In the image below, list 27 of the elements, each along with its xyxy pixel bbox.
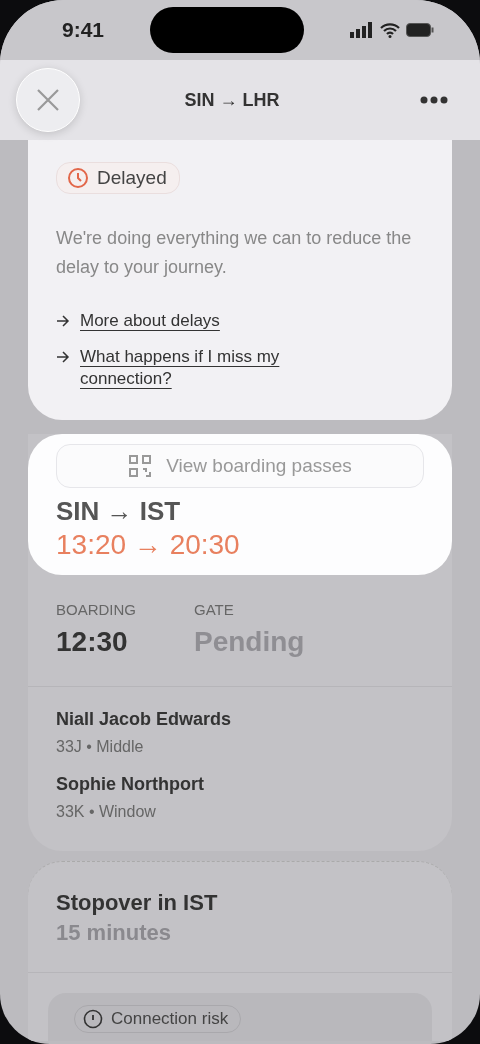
help-link[interactable]: More about delays: [80, 310, 220, 332]
more-icon[interactable]: [420, 96, 448, 104]
qr-code-icon: [128, 454, 153, 478]
arrow-icon: [56, 351, 70, 363]
seat-info: 33K • Window: [56, 803, 157, 821]
delayed-badge: Delayed: [56, 162, 180, 194]
boarding-time: 12:30: [56, 626, 129, 658]
seat-info: 33J • Middle: [56, 738, 145, 756]
wifi-icon: [380, 22, 400, 38]
battery-icon: [406, 23, 434, 37]
stopover-duration: 15 minutes: [56, 920, 172, 946]
passenger-name: Sophie Northport: [56, 774, 205, 795]
stopover-title: Stopover in IST: [56, 890, 219, 916]
boarding-label: BOARDING: [56, 601, 136, 618]
flight-times: 13:20 → 20:30: [56, 529, 241, 561]
arrow-icon: [56, 315, 70, 327]
clock-icon: [67, 167, 89, 189]
passenger-name: Niall Jacob Edwards: [56, 709, 233, 730]
help-link[interactable]: What happens if I miss my connection?: [80, 346, 320, 390]
signal-icon: [350, 22, 374, 38]
screen-title: SIN → LHR: [184, 89, 280, 111]
delay-message: We're doing everything we can to reduce the delay to your journey.: [56, 227, 413, 279]
close-icon: [36, 88, 60, 112]
info-icon: [83, 1009, 103, 1029]
gate-label: GATE: [194, 601, 235, 618]
flight-route: SIN → IST: [56, 496, 182, 527]
clock-time: 9:41: [62, 18, 105, 42]
